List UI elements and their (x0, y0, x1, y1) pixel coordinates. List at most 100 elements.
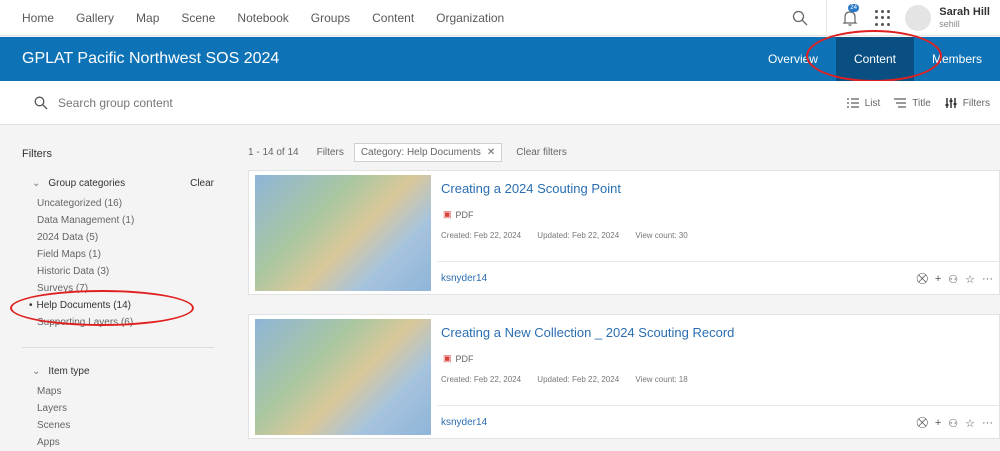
filters-title: Filters (22, 148, 52, 160)
notifications-bell-icon[interactable]: 24 (841, 4, 859, 27)
add-icon[interactable]: + (935, 273, 941, 285)
item-type-option[interactable]: Scenes (37, 417, 236, 434)
group-categories-header[interactable]: ⌄ Group categories Clear (22, 178, 214, 189)
item-thumbnail[interactable] (255, 319, 431, 435)
filter-sliders-icon (945, 98, 957, 108)
tab-members[interactable]: Members (914, 37, 1000, 81)
filter-chip[interactable]: Category: Help Documents ✕ (353, 142, 503, 162)
group-header: GPLAT Pacific Northwest SOS 2024 Overvie… (0, 37, 1000, 81)
nav-map[interactable]: Map (136, 11, 159, 25)
group-tabs: Overview Content Members (750, 37, 1000, 81)
item-type-option[interactable]: Layers (37, 400, 236, 417)
pdf-icon: ▣ (443, 353, 452, 363)
item-thumbnail[interactable] (255, 175, 431, 291)
item-meta: Created: Feb 22, 2024 Updated: Feb 22, 2… (441, 375, 702, 384)
sort-label: Title (912, 97, 931, 109)
chevron-down-icon: ⌄ (32, 366, 41, 377)
group-title: GPLAT Pacific Northwest SOS 2024 (22, 50, 280, 67)
nav-organization[interactable]: Organization (436, 11, 504, 25)
item-type-header[interactable]: ⌄ Item type (22, 366, 214, 377)
search-input[interactable]: Search group content (58, 96, 173, 110)
item-type-label: PDF (455, 209, 474, 220)
item-type-option[interactable]: Apps (37, 434, 236, 451)
nav-notebook[interactable]: Notebook (237, 11, 288, 25)
created-date: Created: Feb 22, 2024 (441, 231, 522, 240)
pdf-icon: ▣ (443, 209, 452, 219)
category-item[interactable]: Historic Data (3) (37, 263, 236, 280)
group-categories-label: Group categories (48, 178, 126, 189)
divider (826, 0, 828, 36)
user-name: Sarah Hill (939, 6, 990, 18)
search-row: Search group content List Title Filters (0, 81, 1000, 125)
star-icon[interactable]: ☆ (965, 417, 975, 430)
app-launcher-icon[interactable] (875, 10, 891, 26)
item-meta: Created: Feb 22, 2024 Updated: Feb 22, 2… (441, 231, 702, 240)
divider (22, 347, 214, 348)
item-type-label: PDF (455, 353, 474, 364)
notification-badge: 24 (848, 4, 859, 12)
star-icon[interactable]: ☆ (965, 273, 975, 286)
item-actions: ⛒ + ⚇ ☆ ··· (917, 262, 993, 296)
category-item[interactable]: 2024 Data (5) (37, 229, 236, 246)
item-type-list: Maps Layers Scenes Apps (37, 383, 236, 451)
sort-title-button[interactable]: Title (894, 98, 931, 109)
item-type-option[interactable]: Maps (37, 383, 236, 400)
item-type-label: Item type (48, 366, 90, 377)
nav-gallery[interactable]: Gallery (76, 11, 114, 25)
group-icon[interactable]: ⚇ (948, 417, 958, 430)
filter-sidebar: Filters ⌄ Group categories Clear Uncatego… (0, 126, 236, 448)
item-footer: ksnyder14 ⛒ + ⚇ ☆ ··· (437, 405, 1000, 439)
user-id: sehill (939, 19, 960, 29)
category-item-label: Help Documents (14) (36, 300, 131, 311)
item-title[interactable]: Creating a 2024 Scouting Point (441, 181, 621, 196)
topnav-right: 24 Sarah Hill sehill (792, 0, 990, 36)
nav-home[interactable]: Home (22, 11, 54, 25)
clear-filters-link[interactable]: Clear filters (516, 147, 567, 158)
clear-categories-button[interactable]: Clear (190, 178, 214, 189)
list-view-button[interactable]: List (846, 97, 881, 109)
owner-link[interactable]: ksnyder14 (441, 273, 487, 284)
filter-chip-label: Category: Help Documents (360, 146, 481, 158)
filters-text: Filters (316, 146, 344, 158)
view-controls: List Title Filters (846, 81, 990, 125)
category-item-active[interactable]: • Help Documents (14) (29, 297, 236, 314)
group-icon[interactable]: ⚇ (948, 273, 958, 286)
nav-groups[interactable]: Groups (311, 11, 350, 25)
item-type: ▣ PDF (443, 209, 474, 220)
active-bullet-icon: • (29, 300, 33, 311)
item-title[interactable]: Creating a New Collection _ 2024 Scoutin… (441, 325, 734, 340)
view-count: View count: 30 (635, 231, 688, 240)
nav-content[interactable]: Content (372, 11, 414, 25)
filters-toggle-button[interactable]: Filters (945, 98, 990, 109)
more-options-icon[interactable]: ··· (982, 417, 993, 429)
top-navigation: Home Gallery Map Scene Notebook Groups C… (0, 0, 1000, 36)
category-item[interactable]: Supporting Layers (6) (37, 314, 236, 331)
tab-content[interactable]: Content (835, 37, 914, 81)
category-item[interactable]: Data Management (1) (37, 212, 236, 229)
chevron-down-icon: ⌄ (32, 178, 41, 189)
category-item[interactable]: Field Maps (1) (37, 246, 236, 263)
view-count: View count: 18 (635, 375, 688, 384)
item-card: Creating a New Collection _ 2024 Scoutin… (248, 314, 1000, 439)
avatar[interactable] (905, 5, 932, 31)
item-footer: ksnyder14 ⛒ + ⚇ ☆ ··· (437, 261, 1000, 295)
tab-overview[interactable]: Overview (750, 37, 836, 81)
add-icon[interactable]: + (935, 417, 941, 429)
created-date: Created: Feb 22, 2024 (441, 375, 522, 384)
category-item[interactable]: Surveys (7) (37, 280, 236, 297)
search-icon[interactable] (792, 10, 808, 26)
share-icon[interactable]: ⛒ (917, 273, 928, 286)
more-options-icon[interactable]: ··· (982, 273, 993, 285)
category-item[interactable]: Uncategorized (16) (37, 195, 236, 212)
user-menu[interactable]: Sarah Hill sehill (939, 6, 990, 30)
close-icon[interactable]: ✕ (487, 147, 495, 158)
list-icon (846, 98, 859, 108)
nav-scene[interactable]: Scene (181, 11, 215, 25)
sort-icon (894, 98, 907, 108)
updated-date: Updated: Feb 22, 2024 (537, 375, 620, 384)
list-label: List (864, 97, 881, 109)
item-type: ▣ PDF (443, 353, 474, 364)
owner-link[interactable]: ksnyder14 (441, 417, 487, 428)
item-card: Creating a 2024 Scouting Point ▣ PDF Crea… (248, 170, 1000, 295)
share-icon[interactable]: ⛒ (917, 417, 928, 430)
